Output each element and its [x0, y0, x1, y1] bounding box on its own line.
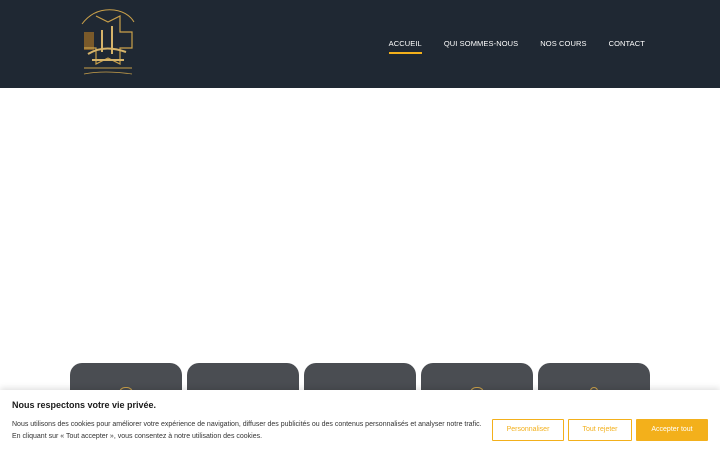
customize-button[interactable]: Personnaliser: [492, 419, 564, 441]
cookie-text-line-2: En cliquant sur « Tout accepter », vous …: [12, 433, 263, 440]
nav-accueil[interactable]: ACCUEIL: [388, 39, 423, 55]
cookie-title: Nous respectons votre vie privée.: [12, 400, 157, 410]
nav-nos-cours[interactable]: NOS COURS: [540, 39, 586, 55]
cookie-text: Nous utilisons des cookies pour améliore…: [12, 419, 492, 443]
logo[interactable]: [74, 4, 140, 80]
reject-all-button[interactable]: Tout rejeter: [568, 419, 632, 441]
logo-image: [81, 9, 135, 75]
main-nav: ACCUEIL QUI SOMMES-NOUS NOS COURS CONTAC…: [367, 39, 645, 55]
site-header: ACCUEIL QUI SOMMES-NOUS NOS COURS CONTAC…: [0, 0, 720, 88]
cookie-banner: Nous respectons votre vie privée. Nous u…: [0, 390, 720, 450]
nav-contact[interactable]: CONTACT: [609, 39, 645, 55]
accept-all-button[interactable]: Accepter tout: [636, 419, 708, 441]
nav-qui-sommes-nous[interactable]: QUI SOMMES-NOUS: [444, 39, 518, 55]
hero-section: [0, 88, 720, 363]
cookie-text-line-1: Nous utilisons des cookies pour améliore…: [12, 421, 482, 428]
